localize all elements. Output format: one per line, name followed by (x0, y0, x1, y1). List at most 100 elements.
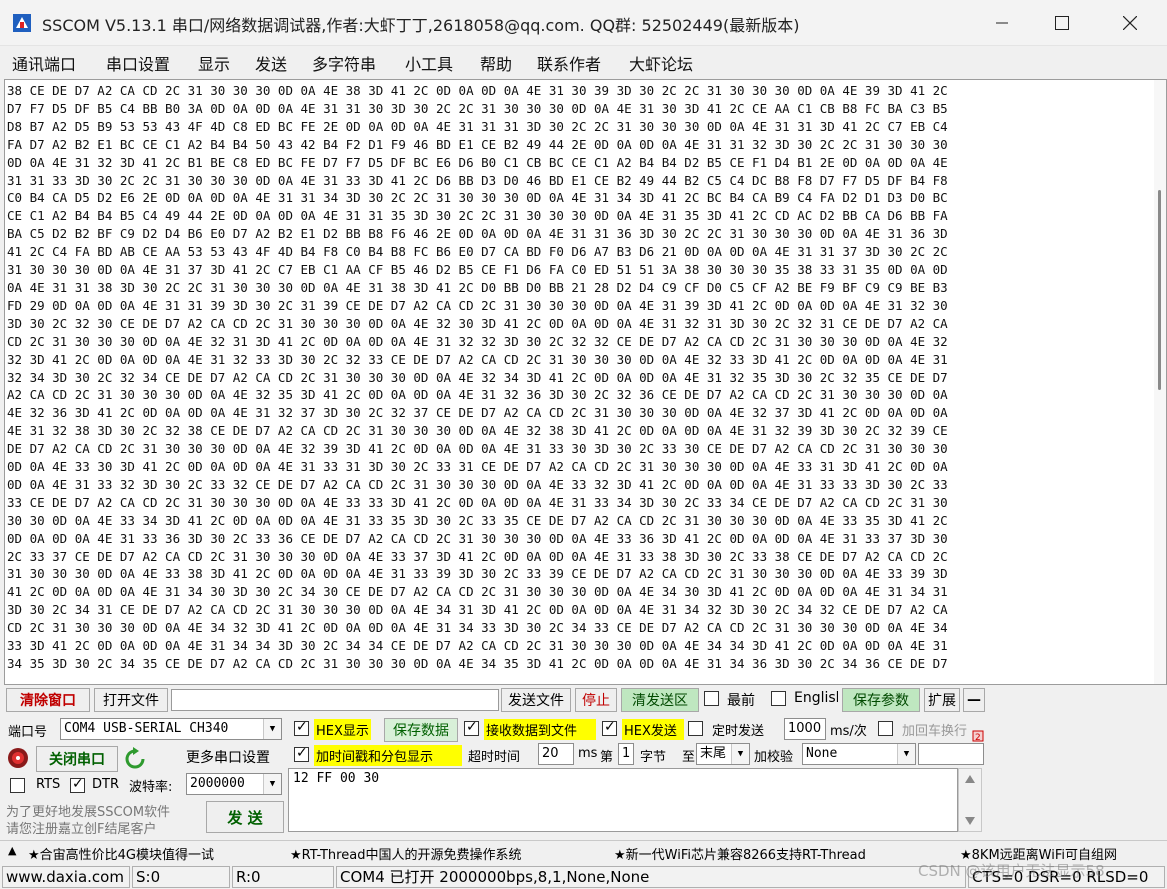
open-file-button[interactable]: 打开文件 (94, 688, 168, 712)
minimize-button[interactable] (972, 0, 1032, 46)
receive-line: 3D 30 2C 32 30 CE DE D7 A2 CA CD 2C 31 3… (7, 315, 948, 331)
receive-line: 4E 32 36 3D 41 2C 0D 0A 0D 0A 4E 31 32 3… (7, 405, 948, 421)
close-port-button[interactable]: 关闭串口 (36, 746, 118, 772)
hex-send-label: HEX发送 (622, 719, 684, 740)
checksum-select[interactable]: None ▼ (802, 743, 916, 765)
add-crlf-checkbox[interactable] (878, 721, 893, 736)
promo-text-2: 请您注册嘉立创F结尾客户 (6, 822, 157, 837)
status-website[interactable]: www.daxia.com (2, 866, 130, 888)
english-label: English (794, 690, 838, 706)
scroll-up-icon[interactable] (965, 775, 975, 783)
menu-display[interactable]: 显示 (198, 51, 230, 75)
ad-link-1[interactable]: ★合宙高性价比4G模块值得一试 (28, 844, 214, 863)
english-checkbox[interactable] (771, 691, 786, 706)
clear-window-button[interactable]: 清除窗口 (6, 688, 90, 712)
receive-line: CE C1 A2 B4 B4 B5 C4 49 44 2E 0D 0A 0D 0… (7, 208, 948, 224)
collapse-button[interactable]: — (963, 688, 985, 712)
dtr-checkbox[interactable] (70, 776, 85, 793)
maximize-button[interactable] (1032, 0, 1092, 46)
receive-line: 41 2C C4 FA BD AB CE AA 53 53 43 4F 4D B… (7, 244, 948, 260)
send-file-button[interactable]: 发送文件 (501, 688, 571, 712)
port-select-value: COM4 USB-SERIAL CH340 (64, 721, 229, 736)
window-title: SSCOM V5.13.1 串口/网络数据调试器,作者:大虾丁丁,2618058… (42, 16, 800, 35)
menu-forum[interactable]: 大虾论坛 (629, 51, 693, 75)
hex-display-checkbox[interactable] (294, 719, 309, 736)
ad-link-2[interactable]: ★RT-Thread中国人的开源免费操作系统 (290, 844, 521, 863)
more-port-settings-link[interactable]: 更多串口设置 (186, 747, 270, 767)
recv-to-file-label: 接收数据到文件 (484, 719, 596, 740)
edit-icon[interactable]: 2 (972, 730, 984, 742)
send-input[interactable]: 12 FF 00 30 (288, 768, 958, 832)
receive-line: DE D7 A2 CA CD 2C 31 30 30 30 0D 0A 4E 3… (7, 441, 948, 457)
top-most-checkbox[interactable] (704, 691, 719, 706)
receive-toolbar: 清除窗口 打开文件 发送文件 停止 清发送区 最前 English 保存参数 扩… (0, 686, 1167, 714)
port-label: 端口号 (8, 725, 48, 740)
chevron-down-icon: ▼ (897, 744, 915, 764)
clear-send-button[interactable]: 清发送区 (621, 688, 699, 712)
maximize-icon (1055, 16, 1069, 30)
receive-line: 31 30 30 30 0D 0A 4E 33 38 3D 41 2C 0D 0… (7, 566, 948, 582)
receive-line: FA D7 A2 B2 E1 BC CE C1 A2 B4 B4 50 43 4… (7, 136, 948, 152)
send-scrollbar[interactable] (958, 768, 982, 832)
menu-multi-string[interactable]: 多字符串 (312, 51, 376, 75)
scroll-down-icon[interactable] (965, 817, 975, 825)
ad-link-3[interactable]: ★新一代WiFi芯片兼容8266支持RT-Thread (614, 844, 866, 863)
status-recv-count: R:0 (232, 866, 334, 888)
title-bar: SSCOM V5.13.1 串口/网络数据调试器,作者:大虾丁丁,2618058… (0, 0, 1167, 46)
menu-bar: 通讯端口 串口设置 显示 发送 多字符串 小工具 帮助 联系作者 大虾论坛 (0, 46, 1167, 78)
menu-comm-port[interactable]: 通讯端口 (12, 51, 76, 75)
save-params-button[interactable]: 保存参数 (842, 688, 920, 712)
receive-line: 33 3D 41 2C 0D 0A 0D 0A 4E 31 34 34 3D 3… (7, 638, 948, 654)
hex-display-label: HEX显示 (314, 719, 371, 740)
close-button[interactable] (1100, 0, 1160, 46)
rts-checkbox[interactable] (10, 778, 25, 793)
chevron-down-icon: ▼ (731, 744, 749, 764)
timed-send-checkbox[interactable] (688, 721, 703, 736)
menu-contact-author[interactable]: 联系作者 (537, 51, 601, 75)
receive-text: 38 CE DE D7 A2 CA CD 2C 31 30 30 30 0D 0… (7, 82, 1155, 673)
timeout-input[interactable]: 20 (538, 743, 574, 765)
timestamp-checkbox[interactable] (294, 745, 309, 762)
dtr-label: DTR (92, 777, 119, 792)
send-button[interactable]: 发 送 (206, 801, 284, 833)
port-status-icon (8, 748, 28, 768)
receive-line: 4E 31 32 38 3D 30 2C 32 38 CE DE D7 A2 C… (7, 423, 948, 439)
receive-line: 33 CE DE D7 A2 CA CD 2C 31 30 30 30 0D 0… (7, 494, 948, 510)
menu-send[interactable]: 发送 (255, 51, 287, 75)
ads-up-icon[interactable]: ▲ (8, 844, 16, 857)
timeout-label: 超时时间 (468, 750, 521, 765)
receive-line: 38 CE DE D7 A2 CA CD 2C 31 30 30 30 0D 0… (7, 83, 948, 98)
minimize-icon (996, 22, 1008, 24)
port-select[interactable]: COM4 USB-SERIAL CH340 ▼ (60, 718, 282, 740)
hex-send-checkbox[interactable] (602, 719, 617, 736)
byte-label: 字节 (640, 750, 667, 765)
receive-line: 0D 0A 4E 31 32 3D 41 2C B1 BE C8 ED BC F… (7, 154, 948, 170)
receive-line: CD 2C 31 30 30 30 0D 0A 4E 34 32 3D 41 2… (7, 620, 948, 636)
receive-area[interactable]: 38 CE DE D7 A2 CA CD 2C 31 30 30 30 0D 0… (4, 79, 1167, 685)
refresh-icon[interactable] (124, 747, 146, 771)
receive-line: 2C 33 37 CE DE D7 A2 CA CD 2C 31 30 30 3… (7, 548, 948, 564)
chevron-down-icon: ▼ (263, 719, 281, 739)
stop-button[interactable]: 停止 (575, 688, 617, 712)
receive-scrollbar[interactable] (1154, 80, 1166, 684)
checksum-select-value: None (806, 746, 838, 761)
menu-tools[interactable]: 小工具 (405, 51, 453, 75)
top-most-label: 最前 (727, 693, 755, 709)
recv-to-file-checkbox[interactable] (464, 719, 479, 736)
menu-port-settings[interactable]: 串口设置 (106, 51, 170, 75)
checksum-extra-field[interactable] (918, 743, 984, 765)
status-port-info: COM4 已打开 2000000bps,8,1,None,None (336, 866, 966, 888)
menu-help[interactable]: 帮助 (480, 51, 512, 75)
receive-line: 31 31 33 3D 30 2C 2C 31 30 30 30 0D 0A 4… (7, 172, 948, 188)
baud-select[interactable]: 2000000 ▼ (186, 773, 282, 795)
receive-line: 0D 0A 0D 0A 4E 31 33 36 3D 30 2C 33 36 C… (7, 530, 948, 546)
interval-input[interactable]: 1000 (784, 718, 826, 740)
file-path-input[interactable] (171, 689, 499, 711)
byte-index-input[interactable]: 1 (618, 743, 634, 765)
to-select[interactable]: 末尾 ▼ (696, 743, 750, 765)
close-icon (1123, 16, 1137, 30)
expand-button[interactable]: 扩展 (924, 688, 960, 712)
receive-line: BA C5 D2 B2 BF C9 D2 D4 B6 E0 D7 A2 B2 E… (7, 226, 948, 242)
save-data-button[interactable]: 保存数据 (384, 718, 458, 742)
scrollbar-thumb[interactable] (1158, 190, 1161, 390)
